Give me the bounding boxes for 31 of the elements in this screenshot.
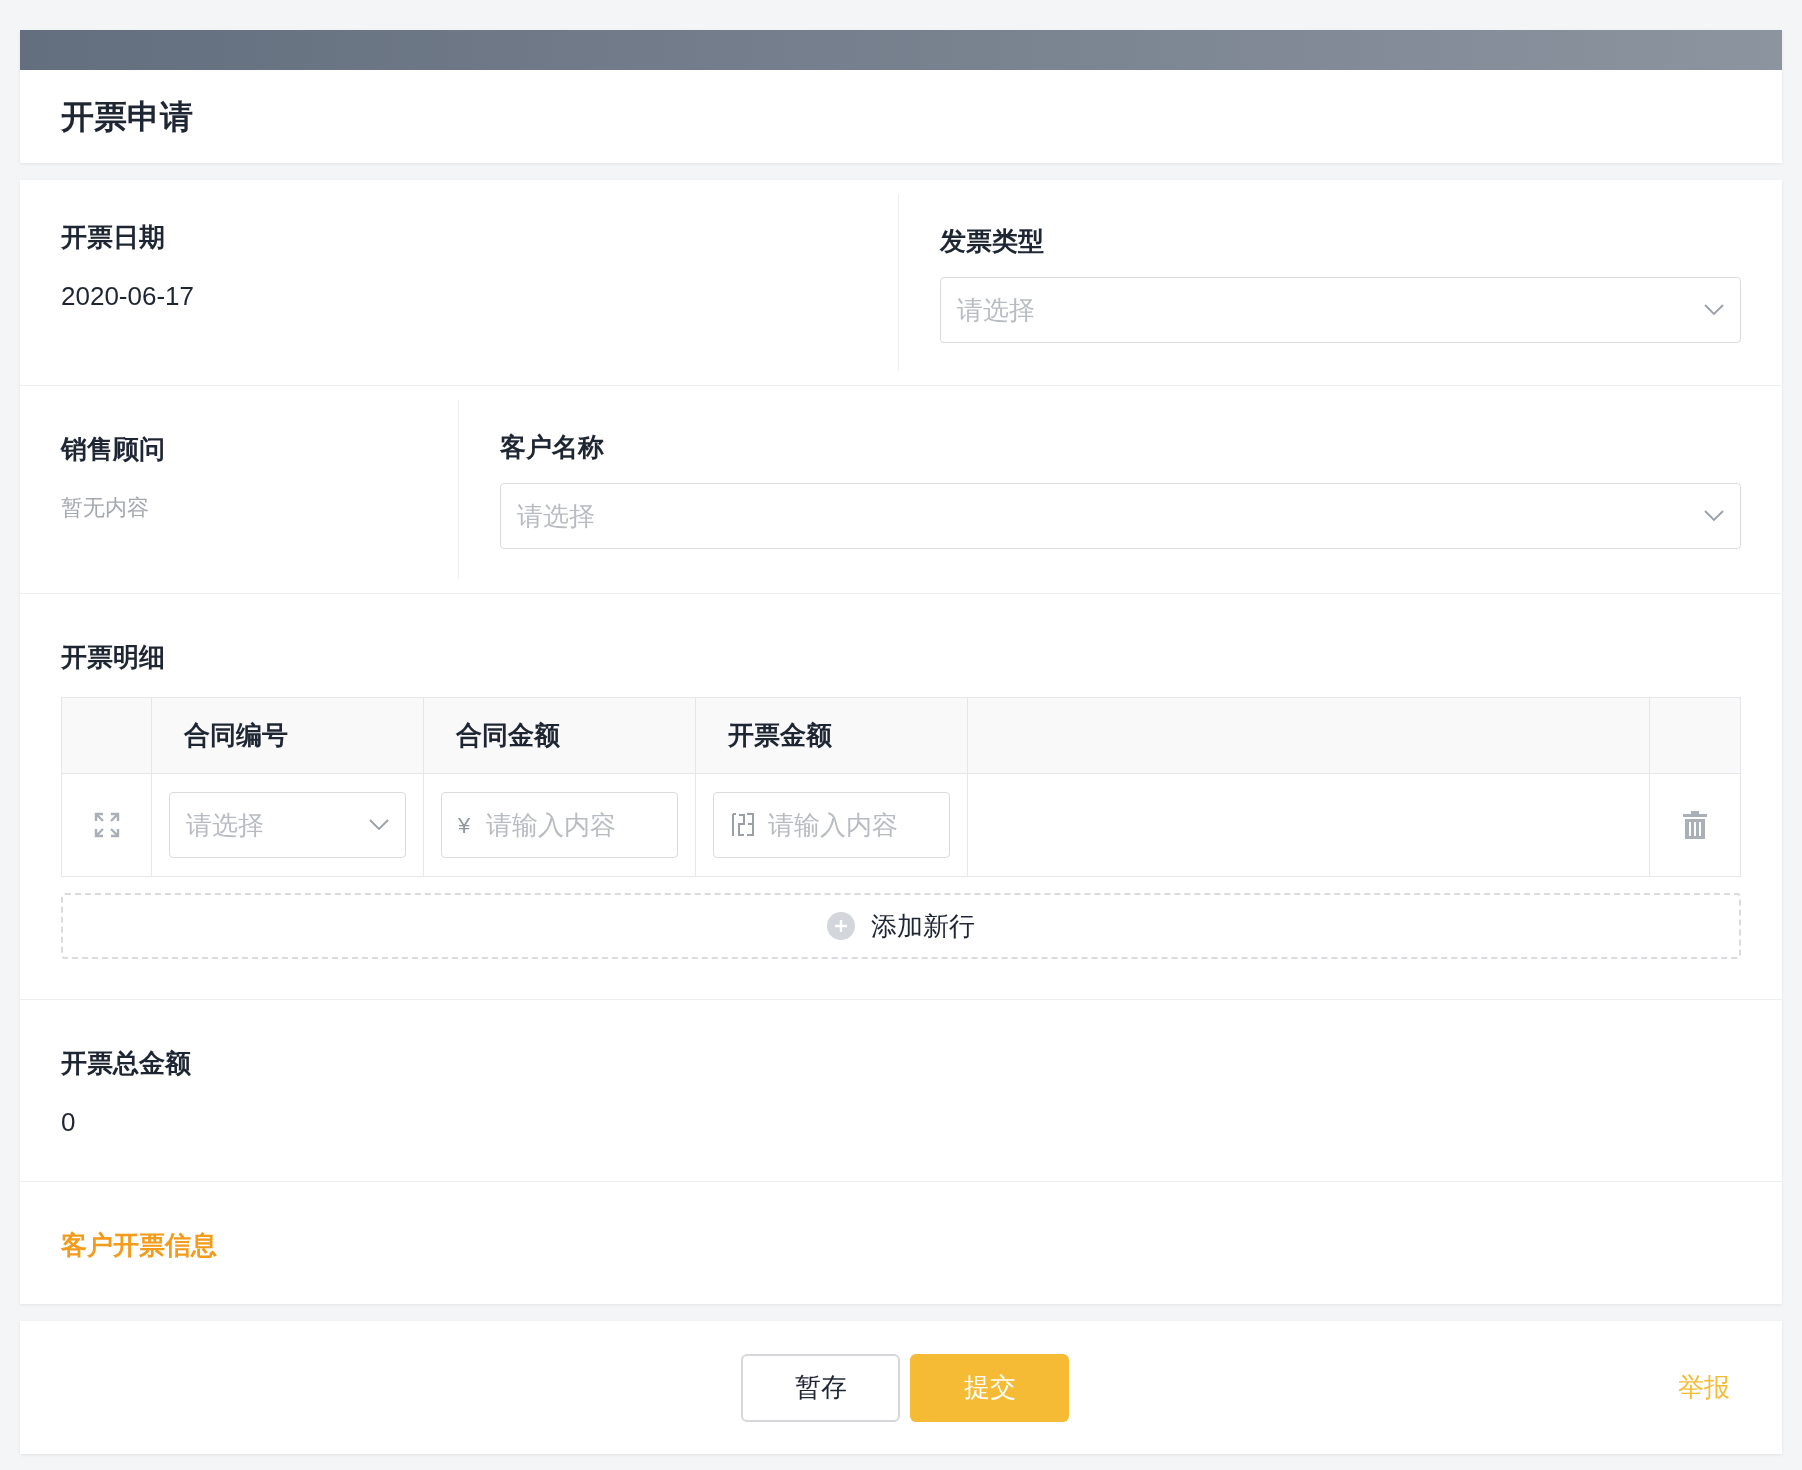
field-value: 2020-06-17	[61, 280, 195, 313]
chevron-down-icon	[1704, 510, 1724, 522]
currency-prefix: ¥	[458, 811, 471, 840]
field-label: 销售顾问	[61, 433, 166, 466]
field-label: 开票总金额	[61, 1047, 192, 1080]
number-icon	[730, 812, 756, 838]
plus-circle-icon	[827, 912, 855, 940]
number-input[interactable]: 请输入内容	[713, 792, 950, 858]
section-link[interactable]: 客户开票信息	[61, 1230, 217, 1260]
amount-input[interactable]: ¥ 请输入内容	[441, 792, 678, 858]
field-label: 发票类型	[940, 225, 1045, 258]
report-link[interactable]: 举报	[1678, 1368, 1730, 1407]
expand-icon[interactable]	[93, 812, 120, 838]
trash-icon[interactable]	[1683, 811, 1707, 839]
save-draft-button[interactable]: 暂存	[741, 1353, 900, 1422]
column-header: 合同编号	[152, 698, 424, 773]
select-field[interactable]: 请选择	[940, 277, 1741, 343]
field-value: 暂无内容	[61, 494, 150, 522]
section-label: 开票明细	[61, 641, 166, 674]
column-header: 开票金额	[696, 698, 968, 773]
field-label: 客户名称	[500, 431, 605, 464]
add-row-button[interactable]: 添加新行	[61, 893, 1741, 959]
field-label: 开票日期	[61, 221, 166, 254]
field-value: 0	[61, 1106, 77, 1139]
chevron-down-icon	[369, 819, 389, 831]
select-field[interactable]: 请选择	[169, 792, 406, 858]
select-field[interactable]: 请选择	[500, 483, 1741, 549]
page-title: 开票申请	[61, 96, 193, 137]
submit-button[interactable]: 提交	[910, 1353, 1069, 1422]
column-header: 合同金额	[424, 698, 696, 773]
chevron-down-icon	[1704, 304, 1724, 316]
